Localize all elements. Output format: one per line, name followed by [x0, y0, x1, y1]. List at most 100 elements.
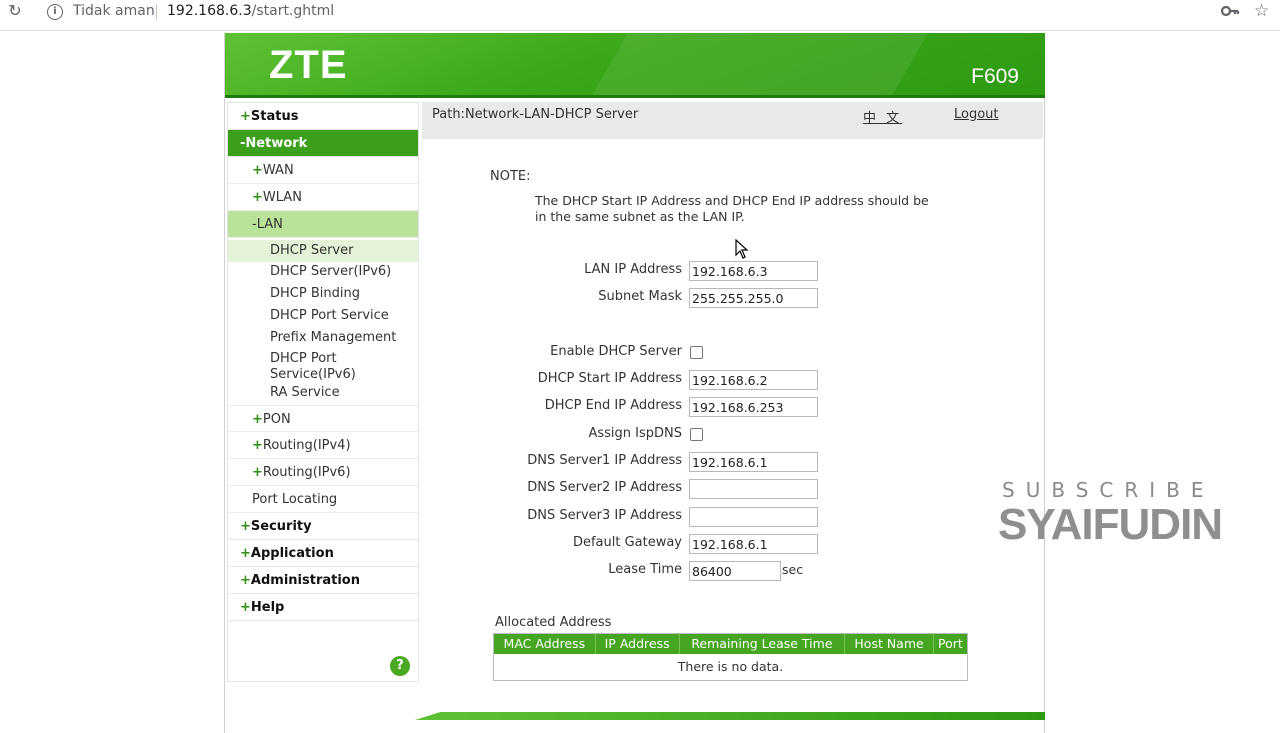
- col-lease: Remaining Lease Time: [679, 633, 846, 654]
- browser-toolbar: ↻ i Tidak aman 192.168.6.3/start.ghtml ☆: [0, 0, 1280, 26]
- default-gateway-input[interactable]: [689, 534, 818, 554]
- sidebar: +Status -Network +WAN +WLAN -LAN DHCP Se…: [227, 102, 419, 682]
- dhcp-end-ip-input[interactable]: [689, 397, 818, 417]
- lan-ip-input[interactable]: [689, 261, 818, 281]
- security-label[interactable]: Tidak aman: [73, 3, 155, 19]
- nav-port-locating[interactable]: Port Locating: [228, 486, 418, 513]
- address-bar[interactable]: 192.168.6.3/start.ghtml: [167, 3, 334, 19]
- help-icon[interactable]: ?: [390, 656, 410, 676]
- model-name: F609: [971, 65, 1019, 88]
- watermark-name: SYAIFUDIN: [998, 500, 1223, 549]
- nav-label: Routing(IPv6): [262, 465, 351, 480]
- nav-status[interactable]: +Status: [228, 103, 418, 130]
- expand-icon: +: [240, 573, 251, 588]
- expand-icon: +: [240, 600, 251, 615]
- nav-administration[interactable]: +Administration: [228, 567, 418, 594]
- lease-time-label: Lease Time: [608, 562, 682, 577]
- nav-application[interactable]: +Application: [228, 540, 418, 567]
- nav-dhcp-server-ipv6[interactable]: DHCP Server(IPv6): [228, 261, 418, 283]
- expand-icon: +: [240, 519, 251, 534]
- expand-icon: +: [240, 546, 251, 561]
- table-header-row: MAC Address IP Address Remaining Lease T…: [493, 633, 968, 654]
- expand-icon: +: [252, 438, 263, 453]
- nav-label: LAN: [256, 217, 283, 232]
- enable-dhcp-label: Enable DHCP Server: [550, 344, 682, 359]
- nav-dhcp-port-service-ipv6[interactable]: DHCP Port Service(IPv6): [228, 349, 418, 383]
- dns1-input[interactable]: [689, 452, 818, 472]
- nav-label: WAN: [262, 163, 294, 178]
- nav-label: Help: [250, 600, 285, 615]
- lease-time-input[interactable]: [689, 561, 781, 581]
- lease-time-unit: sec: [782, 562, 804, 577]
- url-separator: [156, 4, 157, 20]
- header-strip: [225, 95, 1045, 98]
- url-host: 192.168.6.3: [167, 3, 252, 19]
- nav-pon[interactable]: +PON: [228, 405, 418, 432]
- nav-security[interactable]: +Security: [228, 513, 418, 540]
- url-path: /start.ghtml: [251, 3, 335, 19]
- dhcp-start-ip-label: DHCP Start IP Address: [537, 371, 682, 386]
- expand-icon: +: [252, 190, 263, 205]
- reload-icon[interactable]: ↻: [6, 2, 24, 20]
- router-header: ZTE F609: [225, 33, 1045, 97]
- dns2-input[interactable]: [689, 479, 818, 499]
- dhcp-start-ip-input[interactable]: [689, 370, 818, 390]
- lan-ip-label: LAN IP Address: [584, 262, 682, 277]
- default-gateway-label: Default Gateway: [572, 535, 682, 550]
- assign-ispdns-checkbox[interactable]: [690, 428, 703, 441]
- nav-ra-service[interactable]: RA Service: [228, 382, 418, 404]
- nav-dhcp-binding[interactable]: DHCP Binding: [228, 283, 418, 305]
- subnet-mask-input[interactable]: [689, 288, 818, 308]
- nav-lan[interactable]: -LAN: [228, 211, 418, 238]
- allocated-title: Allocated Address: [495, 615, 612, 630]
- watermark-subscribe: SUBSCRIBE: [1002, 478, 1215, 502]
- nav-label: PON: [262, 412, 291, 427]
- zte-logo: ZTE: [269, 43, 348, 87]
- key-icon[interactable]: [1220, 2, 1240, 20]
- nav-routing-ipv4[interactable]: +Routing(IPv4): [228, 432, 418, 459]
- nav-label: WLAN: [262, 190, 302, 205]
- nav-wlan[interactable]: +WLAN: [228, 184, 418, 211]
- expand-icon: +: [252, 412, 263, 427]
- assign-ispdns-label: Assign IspDNS: [588, 426, 682, 441]
- breadcrumb: Path:Network-LAN-DHCP Server: [432, 107, 639, 122]
- nav-label: Network: [245, 136, 308, 151]
- dns2-label: DNS Server2 IP Address: [527, 480, 682, 495]
- toolbar-divider: [0, 30, 1280, 31]
- dns3-label: DNS Server3 IP Address: [527, 508, 682, 523]
- empty-message: There is no data.: [677, 659, 784, 675]
- footer-bar: [415, 712, 1045, 720]
- info-icon[interactable]: i: [47, 4, 63, 20]
- nav-dhcp-port-service[interactable]: DHCP Port Service: [228, 305, 418, 327]
- col-mac: MAC Address: [493, 633, 596, 654]
- dns1-label: DNS Server1 IP Address: [527, 453, 682, 468]
- language-link[interactable]: 中 文: [863, 107, 902, 126]
- mouse-cursor-icon: [735, 239, 749, 259]
- enable-dhcp-checkbox[interactable]: [690, 346, 703, 359]
- col-host: Host Name: [844, 633, 934, 654]
- bookmark-star-icon[interactable]: ☆: [1254, 1, 1269, 21]
- dhcp-end-ip-label: DHCP End IP Address: [544, 398, 682, 413]
- nav-label: Routing(IPv4): [262, 438, 351, 453]
- nav-label: Status: [250, 109, 299, 124]
- col-port: Port: [933, 633, 968, 654]
- nav-routing-ipv6[interactable]: +Routing(IPv6): [228, 459, 418, 486]
- subnet-mask-label: Subnet Mask: [598, 289, 682, 304]
- col-ip: IP Address: [595, 633, 680, 654]
- expand-icon: +: [240, 109, 251, 124]
- nav-label: Security: [250, 519, 312, 534]
- nav-prefix-management[interactable]: Prefix Management: [228, 327, 418, 349]
- expand-icon: +: [252, 163, 263, 178]
- nav-wan[interactable]: +WAN: [228, 157, 418, 184]
- table-row: There is no data.: [494, 654, 968, 681]
- nav-network[interactable]: -Network: [228, 130, 418, 157]
- nav-help[interactable]: +Help: [228, 594, 418, 621]
- nav-label: Administration: [250, 573, 360, 588]
- nav-dhcp-server[interactable]: DHCP Server: [228, 240, 418, 262]
- allocated-table: MAC Address IP Address Remaining Lease T…: [493, 633, 968, 681]
- dns3-input[interactable]: [689, 507, 818, 527]
- logout-link[interactable]: Logout: [954, 107, 999, 122]
- nav-label: Application: [250, 546, 334, 561]
- note-text: The DHCP Start IP Address and DHCP End I…: [535, 193, 929, 224]
- expand-icon: +: [252, 465, 263, 480]
